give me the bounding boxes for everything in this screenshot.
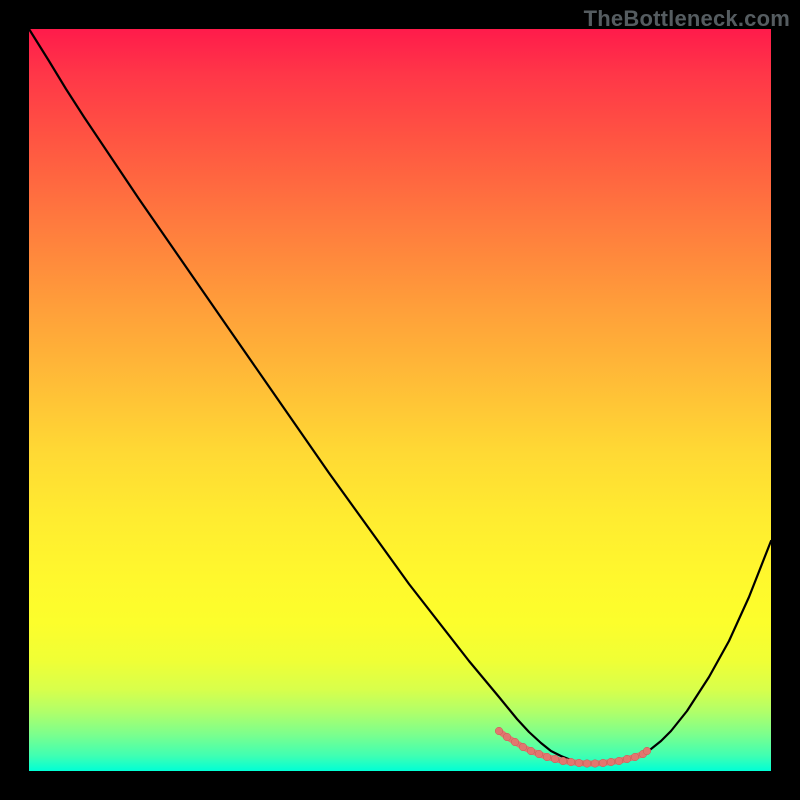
marker-dot: [583, 760, 591, 768]
marker-dot: [591, 760, 599, 768]
marker-dot: [567, 758, 575, 766]
marker-dot: [575, 759, 583, 767]
marker-dot: [527, 747, 535, 755]
marker-dot: [643, 747, 651, 755]
chart-frame: TheBottleneck.com: [0, 0, 800, 800]
marker-dot: [607, 758, 615, 766]
marker-dot: [559, 757, 567, 765]
marker-dot: [599, 759, 607, 767]
marker-dot: [503, 733, 511, 741]
marker-dot: [623, 755, 631, 763]
marker-dot: [495, 727, 503, 735]
chart-svg: [29, 29, 771, 771]
marker-dot: [615, 757, 623, 765]
marker-dot: [543, 753, 551, 761]
watermark: TheBottleneck.com: [584, 6, 790, 32]
bottleneck-curve: [29, 29, 771, 764]
marker-dot: [535, 750, 543, 758]
plot-area: [29, 29, 771, 771]
marker-dot: [631, 753, 639, 761]
marker-group: [495, 727, 651, 767]
marker-dot: [511, 738, 519, 746]
marker-dot: [551, 755, 559, 763]
marker-dot: [519, 743, 527, 751]
